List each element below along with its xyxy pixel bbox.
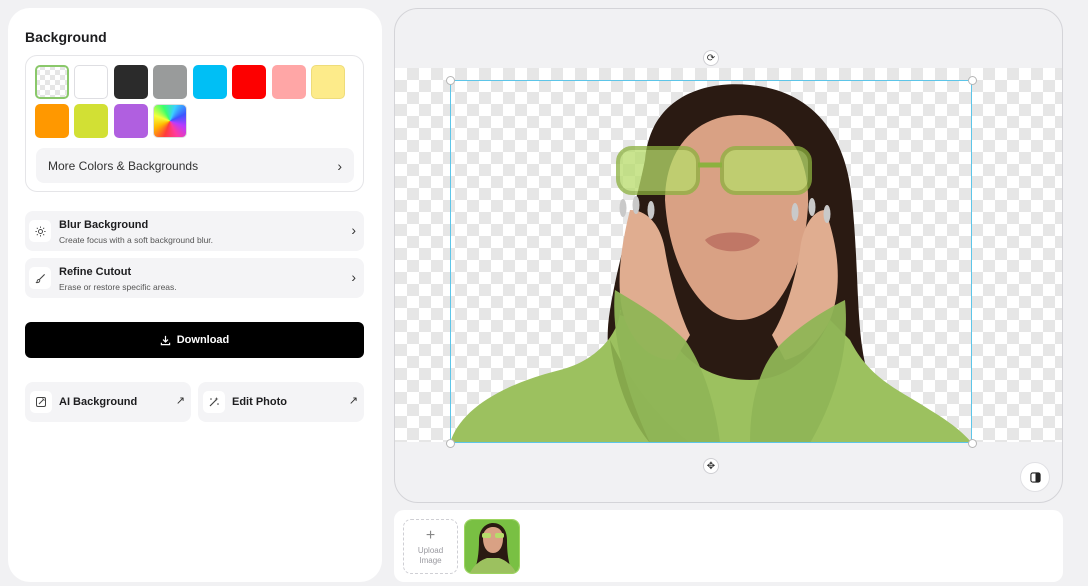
swatch-purple[interactable] bbox=[114, 104, 148, 138]
swatch-dark[interactable] bbox=[114, 65, 148, 99]
chevron-right-icon: › bbox=[351, 269, 356, 285]
refine-desc: Erase or restore specific areas. bbox=[59, 282, 177, 292]
rotate-button[interactable]: ⟳ bbox=[703, 50, 719, 66]
compare-icon bbox=[1029, 471, 1041, 483]
move-icon: ✥ bbox=[706, 460, 716, 472]
download-button[interactable]: Download bbox=[25, 322, 364, 358]
swatch-lime[interactable] bbox=[74, 104, 108, 138]
chevron-right-icon: › bbox=[337, 157, 342, 174]
resize-handle-bottom-left[interactable] bbox=[446, 439, 455, 448]
download-label: Download bbox=[176, 334, 230, 346]
swatch-yellow[interactable] bbox=[311, 65, 345, 99]
upload-label-line2: Image bbox=[419, 555, 442, 565]
arrow-up-right-icon: ↗ bbox=[348, 395, 358, 407]
settings-panel: Background More Colors & Backgrounds › B… bbox=[8, 8, 382, 582]
swatch-orange[interactable] bbox=[35, 104, 69, 138]
more-colors-button[interactable]: More Colors & Backgrounds › bbox=[36, 148, 354, 183]
swatch-transparent[interactable] bbox=[35, 65, 69, 99]
swatch-red[interactable] bbox=[232, 65, 266, 99]
background-title: Background bbox=[25, 29, 107, 45]
resize-handle-top-right[interactable] bbox=[968, 76, 977, 85]
ai-background-button[interactable]: AI Background ↗ bbox=[25, 382, 191, 422]
chevron-right-icon: › bbox=[351, 222, 356, 238]
brush-icon bbox=[29, 267, 51, 289]
move-button[interactable]: ✥ bbox=[703, 458, 719, 474]
upload-image-button[interactable]: + Upload Image bbox=[403, 519, 458, 574]
image-thumbnail[interactable] bbox=[464, 519, 520, 574]
ai-background-label: AI Background bbox=[59, 396, 138, 408]
download-icon bbox=[160, 335, 170, 345]
rotate-icon: ⟳ bbox=[706, 52, 716, 64]
resize-handle-top-left[interactable] bbox=[446, 76, 455, 85]
refine-title: Refine Cutout bbox=[59, 266, 132, 278]
refine-cutout-option[interactable]: Refine Cutout Erase or restore specific … bbox=[25, 258, 364, 298]
edit-photo-label: Edit Photo bbox=[232, 396, 287, 408]
thumbnail-strip: + Upload Image bbox=[394, 510, 1063, 582]
magic-wand-icon bbox=[203, 391, 225, 413]
background-swatch-card: More Colors & Backgrounds › bbox=[25, 55, 364, 192]
swatch-pink[interactable] bbox=[272, 65, 306, 99]
selection-box[interactable] bbox=[450, 80, 972, 443]
resize-handle-bottom-right[interactable] bbox=[968, 439, 977, 448]
ai-edit-icon bbox=[30, 391, 52, 413]
swatch-gray[interactable] bbox=[153, 65, 187, 99]
arrow-up-right-icon: ↗ bbox=[175, 395, 185, 407]
swatch-sky[interactable] bbox=[193, 65, 227, 99]
sun-blur-icon bbox=[29, 220, 51, 242]
blur-desc: Create focus with a soft background blur… bbox=[59, 235, 214, 245]
blur-background-option[interactable]: Blur Background Create focus with a soft… bbox=[25, 211, 364, 251]
more-colors-label: More Colors & Backgrounds bbox=[48, 158, 199, 173]
canvas-panel: ⟳ ✥ bbox=[394, 8, 1063, 503]
plus-icon: + bbox=[425, 526, 436, 544]
compare-button[interactable] bbox=[1020, 462, 1050, 492]
edit-photo-button[interactable]: Edit Photo ↗ bbox=[198, 382, 364, 422]
swatch-white[interactable] bbox=[74, 65, 108, 99]
blur-title: Blur Background bbox=[59, 219, 149, 231]
swatch-gradient[interactable] bbox=[153, 104, 187, 138]
upload-label-line1: Upload bbox=[417, 545, 444, 555]
